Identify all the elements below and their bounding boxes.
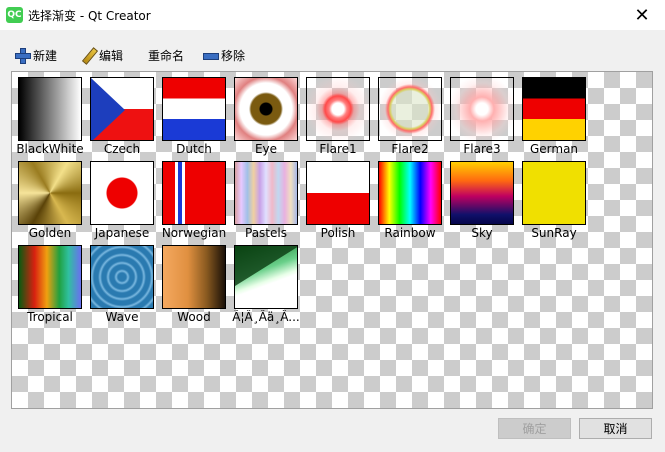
gradient-item-tropical[interactable]: Tropical	[14, 240, 86, 324]
gradient-thumbnail	[90, 245, 154, 309]
gradient-label: Dutch	[176, 142, 212, 156]
window-title: 选择渐变 - Qt Creator	[28, 9, 151, 23]
gradient-label: Ã¦Â¸Â­ä¸Â...	[232, 310, 300, 324]
gradient-item-eye[interactable]: Eye	[230, 72, 302, 156]
gradient-label: SunRay	[531, 226, 577, 240]
gradient-label: Golden	[28, 226, 72, 240]
gradient-label: Japanese	[94, 226, 150, 240]
gradient-item-czech[interactable]: Czech	[86, 72, 158, 156]
gradient-label: BlackWhite	[16, 142, 84, 156]
gradient-thumbnail	[18, 161, 82, 225]
pencil-icon	[80, 47, 96, 63]
gradient-thumbnail	[522, 77, 586, 141]
gradient-thumbnail	[90, 161, 154, 225]
toolbar: 新建 编辑 重命名 移除	[0, 30, 665, 74]
close-button[interactable]: ✕	[619, 0, 665, 30]
gradient-thumbnail	[234, 245, 298, 309]
plus-icon	[14, 47, 31, 64]
edit-button[interactable]: 编辑	[80, 46, 123, 64]
gradient-item-wave[interactable]: Wave	[86, 240, 158, 324]
gradient-label: Flare1	[319, 142, 357, 156]
gradient-thumbnail	[162, 161, 226, 225]
remove-button[interactable]: 移除	[202, 46, 245, 64]
gradient-item-dutch[interactable]: Dutch	[158, 72, 230, 156]
gradient-thumbnail	[306, 77, 370, 141]
gradient-item-pastels[interactable]: Pastels	[230, 156, 302, 240]
remove-label: 移除	[221, 48, 246, 63]
title-bar: QC 选择渐变 - Qt Creator ✕	[0, 0, 665, 30]
gradient-label: Rainbow	[384, 226, 436, 240]
gradient-label: Wave	[105, 310, 139, 324]
gradient-item-sunray[interactable]: SunRay	[518, 156, 590, 240]
gradient-item-rainbow[interactable]: Rainbow	[374, 156, 446, 240]
gradient-item-german[interactable]: German	[518, 72, 590, 156]
gradient-item-blackwhite[interactable]: BlackWhite	[14, 72, 86, 156]
gradient-thumbnail	[378, 77, 442, 141]
gradient-thumbnail	[162, 245, 226, 309]
gradient-label: Wood	[177, 310, 211, 324]
rename-button[interactable]: 重命名	[148, 46, 184, 64]
gradient-thumbnail	[234, 77, 298, 141]
gradient-label: Sky	[471, 226, 493, 240]
gradient-item-sky[interactable]: Sky	[446, 156, 518, 240]
gradient-item-polish[interactable]: Polish	[302, 156, 374, 240]
gradient-item-custom[interactable]: Ã¦Â¸Â­ä¸Â...	[230, 240, 302, 324]
gradient-thumbnail	[306, 161, 370, 225]
ok-button[interactable]: 确定	[498, 418, 571, 439]
gradient-thumbnail	[450, 161, 514, 225]
gradient-item-flare1[interactable]: Flare1	[302, 72, 374, 156]
gradient-thumbnail	[90, 77, 154, 141]
gradient-item-flare3[interactable]: Flare3	[446, 72, 518, 156]
gradient-label: Polish	[320, 226, 356, 240]
edit-label: 编辑	[99, 48, 124, 63]
gradient-label: Norwegian	[161, 226, 227, 240]
gradient-item-norwegian[interactable]: Norwegian	[158, 156, 230, 240]
cancel-button[interactable]: 取消	[579, 418, 652, 439]
gradient-label: Flare2	[391, 142, 429, 156]
gradient-label: Czech	[103, 142, 141, 156]
gradient-label: Eye	[254, 142, 278, 156]
gradient-label: Flare3	[463, 142, 501, 156]
gradient-thumbnail	[18, 245, 82, 309]
gradient-thumbnail	[450, 77, 514, 141]
gradient-label: Tropical	[27, 310, 73, 324]
rename-label: 重命名	[148, 48, 185, 63]
gradient-label: Pastels	[245, 226, 287, 240]
gradient-item-golden[interactable]: Golden	[14, 156, 86, 240]
gradient-thumbnail	[18, 77, 82, 141]
gradient-item-japanese[interactable]: Japanese	[86, 156, 158, 240]
gradient-item-wood[interactable]: Wood	[158, 240, 230, 324]
gradient-label: German	[529, 142, 579, 156]
gradient-item-flare2[interactable]: Flare2	[374, 72, 446, 156]
gradient-list[interactable]: BlackWhite Czech Dutch Eye Flare1 Flare2…	[11, 71, 653, 409]
gradient-thumbnail	[162, 77, 226, 141]
gradient-thumbnail	[378, 161, 442, 225]
gradient-thumbnail	[522, 161, 586, 225]
new-button[interactable]: 新建	[14, 46, 57, 64]
qt-creator-logo-icon: QC	[6, 7, 23, 23]
minus-icon	[202, 47, 219, 63]
new-label: 新建	[33, 48, 58, 63]
gradient-thumbnail	[234, 161, 298, 225]
